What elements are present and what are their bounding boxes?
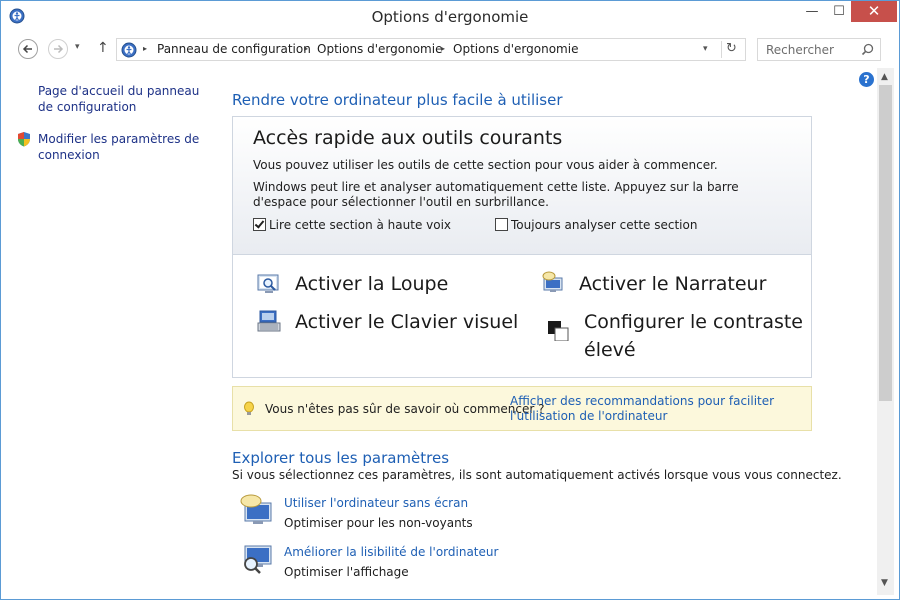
scrollbar-thumb[interactable]	[879, 85, 892, 401]
lightbulb-icon	[244, 401, 254, 415]
use-computer-without-display-desc: Optimiser pour les non-voyants	[284, 516, 473, 530]
scroll-down-icon[interactable]: ▼	[881, 578, 888, 588]
explore-heading: Explorer tous les paramètres	[232, 449, 450, 467]
shield-icon	[18, 132, 30, 147]
title-bar[interactable]: Options d'ergonomie — ☐ ✕	[1, 1, 899, 32]
close-button[interactable]: ✕	[851, 1, 897, 22]
checkbox-unchecked-icon[interactable]	[495, 218, 508, 231]
breadcrumb-ease-of-access[interactable]: Options d'ergonomie	[317, 42, 442, 56]
search-placeholder[interactable]: Rechercher	[766, 43, 834, 57]
main-content: Rendre votre ordinateur plus facile à ut…	[217, 68, 877, 598]
high-contrast-icon[interactable]	[547, 319, 571, 341]
magnifier-icon[interactable]	[257, 273, 281, 295]
tip-question: Vous n'êtes pas sûr de savoir où commenc…	[265, 402, 545, 416]
checkbox-checked-icon[interactable]	[253, 218, 266, 231]
minimize-button[interactable]: —	[799, 1, 825, 22]
breadcrumb-ease-of-access-center[interactable]: Options d'ergonomie	[453, 42, 578, 56]
maximize-button[interactable]: ☐	[826, 1, 852, 22]
page-heading: Rendre votre ordinateur plus facile à ut…	[232, 91, 563, 109]
activate-narrator-link[interactable]: Activer le Narrateur	[579, 270, 766, 298]
control-panel-icon	[121, 42, 137, 58]
breadcrumb-separator-icon[interactable]: ▸	[304, 44, 308, 53]
search-icon[interactable]	[861, 43, 874, 56]
quick-access-panel: Accès rapide aux outils courants Vous po…	[232, 116, 812, 378]
computer-without-display-icon[interactable]	[239, 493, 275, 527]
scroll-up-icon[interactable]: ▲	[881, 72, 888, 82]
control-panel-home-link[interactable]: Page d'accueil du panneau de configurati…	[38, 83, 208, 115]
breadcrumb-separator-icon[interactable]: ▸	[441, 44, 445, 53]
breadcrumb-control-panel[interactable]: Panneau de configuration	[157, 42, 311, 56]
always-scan-label[interactable]: Toujours analyser cette section	[511, 218, 697, 232]
explore-description: Si vous sélectionnez ces paramètres, ils…	[232, 468, 842, 482]
use-computer-without-display-link[interactable]: Utiliser l'ordinateur sans écran	[284, 496, 468, 510]
activate-magnifier-link[interactable]: Activer la Loupe	[295, 270, 448, 298]
refresh-button[interactable]: ↻	[726, 41, 737, 56]
recent-locations-dropdown[interactable]: ▾	[75, 42, 80, 52]
show-recommendations-link[interactable]: Afficher des recommandations pour facili…	[510, 394, 810, 424]
address-divider	[721, 41, 722, 58]
quick-access-scan-description: Windows peut lire et analyser automatiqu…	[253, 180, 739, 209]
activate-on-screen-keyboard-link[interactable]: Activer le Clavier visuel	[295, 308, 518, 336]
navigation-bar: ▾ ↑ ▸ Panneau de configuration ▸ Options…	[1, 34, 899, 66]
arrow-right-icon	[54, 44, 64, 54]
configure-high-contrast-link[interactable]: Configurer le contraste élevé	[584, 308, 804, 364]
read-aloud-checkbox[interactable]: Lire cette section à haute voix	[253, 218, 451, 232]
make-computer-easier-to-see-icon[interactable]	[239, 542, 275, 576]
address-bar[interactable]: ▸ Panneau de configuration ▸ Options d'e…	[116, 38, 746, 61]
search-box[interactable]: Rechercher	[757, 38, 881, 61]
narrator-icon[interactable]	[541, 271, 565, 293]
address-dropdown-icon[interactable]: ▾	[703, 44, 708, 54]
on-screen-keyboard-icon[interactable]	[257, 310, 281, 332]
arrow-left-icon	[22, 44, 32, 54]
quick-access-title: Accès rapide aux outils courants	[253, 127, 563, 149]
up-button[interactable]: ↑	[97, 40, 109, 56]
recommendations-tip: Vous n'êtes pas sûr de savoir où commenc…	[232, 386, 812, 431]
quick-access-header: Accès rapide aux outils courants Vous po…	[233, 117, 811, 255]
change-signin-settings-link[interactable]: Modifier les paramètres de connexion	[38, 131, 208, 163]
left-navigation-pane: Page d'accueil du panneau de configurati…	[1, 68, 216, 598]
control-panel-window: Options d'ergonomie — ☐ ✕ ▾ ↑ ▸ Panneau …	[0, 0, 900, 600]
always-scan-checkbox[interactable]: Toujours analyser cette section	[495, 218, 697, 232]
make-computer-easier-to-see-link[interactable]: Améliorer la lisibilité de l'ordinateur	[284, 545, 498, 559]
window-title: Options d'ergonomie	[371, 8, 529, 26]
breadcrumb-separator-icon[interactable]: ▸	[143, 44, 147, 53]
read-aloud-label[interactable]: Lire cette section à haute voix	[269, 218, 451, 232]
quick-access-description: Vous pouvez utiliser les outils de cette…	[253, 158, 718, 172]
forward-button[interactable]	[48, 39, 68, 59]
back-button[interactable]	[18, 39, 38, 59]
vertical-scrollbar[interactable]: ▲ ▼	[877, 68, 894, 595]
make-computer-easier-to-see-desc: Optimiser l'affichage	[284, 565, 409, 579]
